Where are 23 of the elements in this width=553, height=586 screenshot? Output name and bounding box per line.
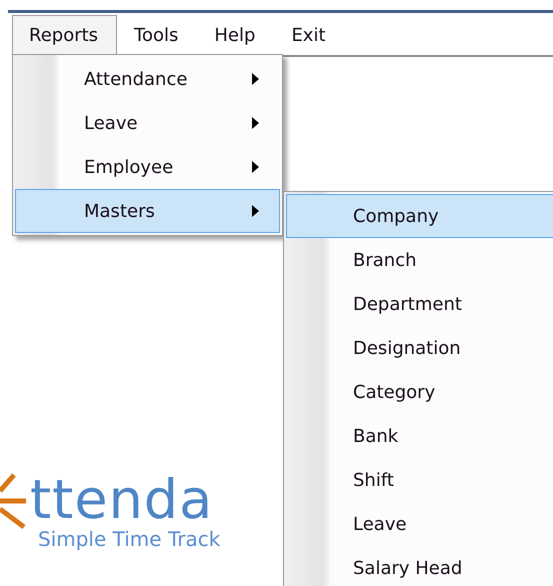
menu-item[interactable]: Employee [15, 145, 280, 189]
menu-item[interactable]: Bank [286, 414, 553, 458]
menu-item[interactable]: Category [286, 370, 553, 414]
logo-tagline: Simple Time Track [38, 527, 222, 551]
submenu-arrow-icon [252, 117, 259, 129]
menu-item[interactable]: Shift [286, 458, 553, 502]
menu-item[interactable]: Masters [15, 189, 280, 233]
menu-bar-item[interactable]: Help [197, 15, 274, 55]
submenu-arrow-icon [252, 161, 259, 173]
menu-item[interactable]: Leave [15, 101, 280, 145]
menu-bar-item[interactable]: Reports [12, 15, 118, 55]
submenu-arrow-icon [252, 205, 259, 217]
menu-bar-item[interactable]: Exit [274, 15, 345, 55]
submenu-arrow-icon [252, 73, 259, 85]
menu-item[interactable]: Branch [286, 238, 553, 282]
menu-item[interactable]: Designation [286, 326, 553, 370]
menu-item[interactable]: Attendance [15, 57, 280, 101]
menu-bar-item[interactable]: Tools [117, 15, 198, 55]
menu-item[interactable]: Leave [286, 502, 553, 546]
logo-wordmark: ttenda [30, 473, 214, 527]
menu-item[interactable]: Salary Head [286, 546, 553, 586]
menu-item[interactable]: Company [286, 194, 553, 238]
menu-item[interactable]: Department [286, 282, 553, 326]
